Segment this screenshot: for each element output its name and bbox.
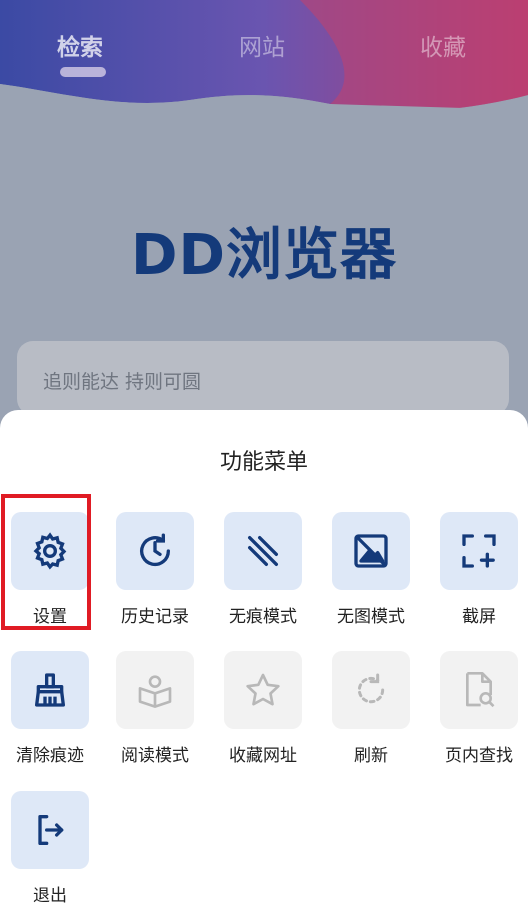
menu-item-label: 阅读模式 — [121, 746, 189, 766]
menu-item-clear-traces[interactable]: 清除痕迹 — [0, 651, 100, 771]
no-image-icon — [354, 534, 388, 568]
tile[interactable] — [224, 512, 302, 590]
tab-search[interactable]: 检索 — [57, 28, 103, 62]
tile[interactable] — [332, 651, 410, 729]
menu-item-label: 历史记录 — [121, 607, 189, 627]
find-in-page-icon — [466, 672, 495, 708]
menu-title: 功能菜单 — [219, 450, 308, 475]
menu-item-reader[interactable]: 阅读模式 — [105, 651, 205, 771]
tile[interactable] — [11, 651, 89, 729]
menu-item-incognito[interactable]: 无痕模式 — [213, 512, 313, 632]
menu-item-label: 无痕模式 — [229, 607, 297, 627]
tile[interactable] — [224, 651, 302, 729]
selection-highlight — [1, 494, 91, 630]
menu-item-history[interactable]: 历史记录 — [105, 512, 205, 632]
menu-item-label: 收藏网址 — [229, 746, 297, 766]
function-menu-sheet: 功能菜单 设置 历史记录 无痕模式 无图模式 截屏 清除痕迹 阅读模式 收藏网址… — [0, 410, 528, 919]
tab-favorites[interactable]: 收藏 — [420, 28, 466, 62]
menu-item-label: 页内查找 — [445, 746, 513, 766]
menu-item-bookmark[interactable]: 收藏网址 — [213, 651, 313, 771]
menu-item-label: 退出 — [33, 886, 67, 906]
tile[interactable] — [440, 651, 518, 729]
menu-item-find-in-page[interactable]: 页内查找 — [429, 651, 528, 771]
screenshot-icon — [462, 534, 496, 568]
star-icon — [246, 673, 280, 706]
menu-item-no-image[interactable]: 无图模式 — [321, 512, 421, 632]
search-placeholder: 追则能达 持则可圆 — [43, 371, 202, 393]
app-title: DD浏览器 — [131, 223, 397, 288]
tile[interactable] — [440, 512, 518, 590]
search-input[interactable]: 追则能达 持则可圆 — [17, 341, 509, 415]
menu-item-label: 清除痕迹 — [16, 746, 84, 766]
menu-item-label: 截屏 — [462, 607, 496, 627]
reader-icon — [138, 675, 172, 708]
menu-item-refresh[interactable]: 刷新 — [321, 651, 421, 771]
tab-sites[interactable]: 网站 — [239, 28, 285, 62]
tile[interactable] — [116, 651, 194, 729]
tile[interactable] — [116, 512, 194, 590]
refresh-icon — [357, 673, 385, 704]
tile[interactable] — [11, 791, 89, 869]
tab-active-indicator — [60, 67, 106, 77]
incognito-icon — [248, 536, 278, 566]
menu-item-label: 无图模式 — [337, 607, 405, 627]
tile[interactable] — [332, 512, 410, 590]
exit-icon — [38, 815, 64, 845]
menu-item-screenshot[interactable]: 截屏 — [429, 512, 528, 632]
menu-item-label: 刷新 — [354, 746, 388, 766]
history-icon — [140, 533, 171, 567]
broom-icon — [35, 673, 65, 707]
menu-item-exit[interactable]: 退出 — [0, 791, 100, 911]
